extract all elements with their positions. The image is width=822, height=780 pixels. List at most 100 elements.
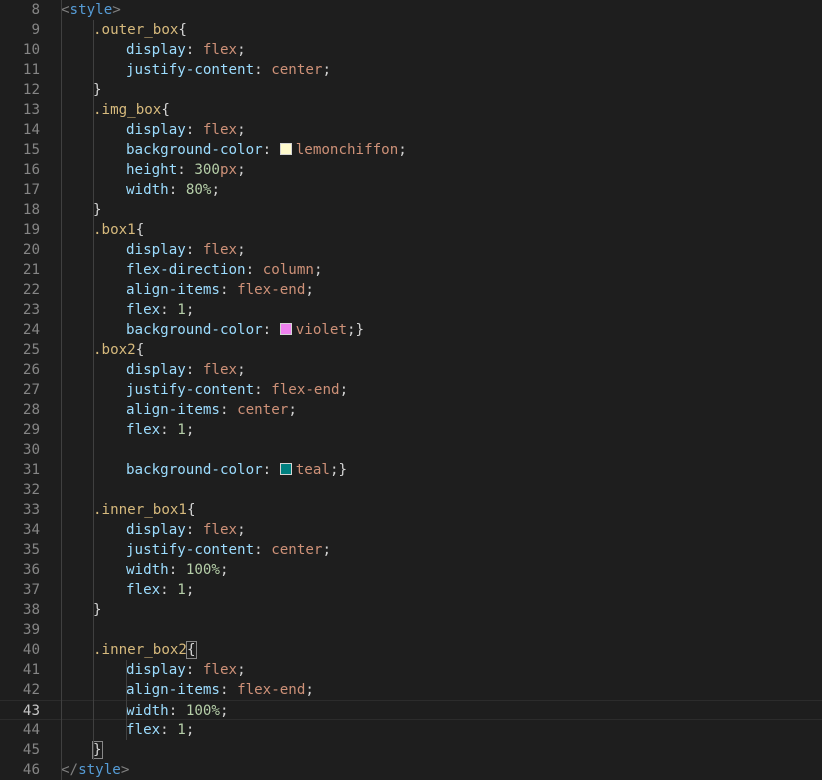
code-line[interactable]: 13 .img_box{ — [0, 100, 822, 120]
css-number: 100% — [185, 703, 220, 719]
code-content: .box1{ — [93, 220, 144, 240]
code-line[interactable]: 22 align-items: flex-end; — [0, 280, 822, 300]
line-number: 35 — [22, 542, 40, 558]
code-line[interactable]: 46 </style> — [0, 760, 822, 780]
code-text: ; — [237, 42, 246, 58]
code-line[interactable]: 37 flex: 1; — [0, 580, 822, 600]
css-selector: .box2 — [93, 342, 136, 358]
line-number: 46 — [22, 762, 40, 778]
brace: } — [93, 202, 102, 218]
code-text: : — [160, 582, 178, 598]
code-editor[interactable]: 8 <style> 9 .outer_box{10 display: flex; 11 ju… — [0, 0, 822, 780]
line-number: 17 — [22, 182, 40, 198]
color-swatch-icon[interactable] — [279, 463, 292, 475]
code-line[interactable]: 29 flex: 1; — [0, 420, 822, 440]
css-property: display — [126, 242, 186, 258]
code-text: : — [168, 703, 186, 719]
css-property: flex — [126, 302, 161, 318]
code-line[interactable]: 26 display: flex; — [0, 360, 822, 380]
code-content: flex: 1; — [126, 300, 194, 320]
code-line[interactable]: 38} — [0, 600, 822, 620]
code-text: ; — [219, 703, 229, 719]
code-line[interactable]: 20 display: flex; — [0, 240, 822, 260]
code-line[interactable]: 40 .inner_box2{ — [0, 640, 822, 660]
code-line[interactable]: 43 width: 100%; — [0, 700, 822, 720]
code-line[interactable]: 31 background-color: teal;} — [0, 460, 822, 480]
css-value: flex — [202, 122, 238, 138]
code-text: : — [254, 542, 272, 558]
css-number: 1 — [177, 582, 186, 598]
code-text: : — [185, 662, 203, 678]
line-number: 11 — [22, 62, 40, 78]
code-line[interactable]: 36 width: 100%; — [0, 560, 822, 580]
code-line[interactable]: 24 background-color: violet;} — [0, 320, 822, 340]
code-content: } — [92, 740, 103, 760]
code-text: ; — [313, 262, 323, 278]
code-line[interactable]: 35 justify-content: center; — [0, 540, 822, 560]
code-line[interactable]: 32 — [0, 480, 822, 500]
code-text: ; — [398, 142, 407, 158]
code-line[interactable]: 15 background-color: lemonchiffon; — [0, 140, 822, 160]
punctuation: < — [61, 2, 70, 18]
code-line[interactable]: 34 display: flex; — [0, 520, 822, 540]
css-property: display — [126, 362, 186, 378]
code-line[interactable]: 39 — [0, 620, 822, 640]
code-line[interactable]: 9 .outer_box{ — [0, 20, 822, 40]
css-property: flex — [126, 422, 161, 438]
code-line[interactable]: 27 justify-content: flex-end; — [0, 380, 822, 400]
line-number: 40 — [22, 642, 40, 658]
code-text: ; — [305, 282, 314, 298]
css-property: display — [126, 522, 186, 538]
css-value: teal — [295, 462, 330, 478]
code-line[interactable]: 19 .box1{ — [0, 220, 822, 240]
code-line[interactable]: 45} — [0, 740, 822, 760]
code-content: background-color: lemonchiffon; — [126, 140, 407, 160]
line-number: 38 — [22, 602, 40, 618]
css-value: violet — [295, 322, 348, 338]
code-line[interactable]: 12} — [0, 80, 822, 100]
line-number: 9 — [31, 22, 40, 38]
code-text: ;} — [347, 322, 365, 338]
code-line[interactable]: 33 .inner_box1{ — [0, 500, 822, 520]
code-content: } — [93, 80, 102, 100]
code-text: ; — [185, 582, 195, 598]
css-value: flex — [202, 522, 238, 538]
code-text: ; — [185, 422, 195, 438]
code-line[interactable]: 23 flex: 1; — [0, 300, 822, 320]
code-line[interactable]: 8 <style> — [0, 0, 822, 20]
code-line[interactable]: 21 flex-direction: column; — [0, 260, 822, 280]
code-content: .box2{ — [93, 340, 144, 360]
code-line[interactable]: 42 align-items: flex-end; — [0, 680, 822, 700]
line-number: 15 — [22, 142, 40, 158]
code-line[interactable]: 30 — [0, 440, 822, 460]
line-number: 21 — [22, 262, 40, 278]
css-property: display — [126, 122, 186, 138]
code-text: : — [254, 382, 272, 398]
code-content: flex: 1; — [126, 720, 194, 740]
line-number: 44 — [22, 722, 40, 738]
code-line[interactable]: 18} — [0, 200, 822, 220]
code-text: ; — [237, 162, 246, 178]
line-number: 30 — [22, 442, 40, 458]
css-number: 1 — [177, 422, 186, 438]
line-number: 22 — [22, 282, 40, 298]
code-line[interactable]: 25 .box2{ — [0, 340, 822, 360]
css-value: center — [271, 62, 323, 78]
code-line[interactable]: 11 justify-content: center; — [0, 60, 822, 80]
code-content: display: flex; — [126, 360, 246, 380]
code-line[interactable]: 44 flex: 1; — [0, 720, 822, 740]
code-line[interactable]: 10 display: flex; — [0, 40, 822, 60]
color-swatch-icon[interactable] — [279, 143, 292, 155]
code-line[interactable]: 41 display: flex; — [0, 660, 822, 680]
code-line[interactable]: 17 width: 80%; — [0, 180, 822, 200]
line-number: 34 — [22, 522, 40, 538]
code-line[interactable]: 28 align-items: center; — [0, 400, 822, 420]
code-text: : — [245, 262, 263, 278]
css-property: align-items — [126, 682, 220, 698]
css-value: center — [271, 542, 323, 558]
code-line[interactable]: 16 height: 300px; — [0, 160, 822, 180]
code-text: ; — [237, 242, 246, 258]
color-swatch-icon[interactable] — [279, 323, 292, 335]
brace: { — [178, 22, 187, 38]
code-line[interactable]: 14 display: flex; — [0, 120, 822, 140]
